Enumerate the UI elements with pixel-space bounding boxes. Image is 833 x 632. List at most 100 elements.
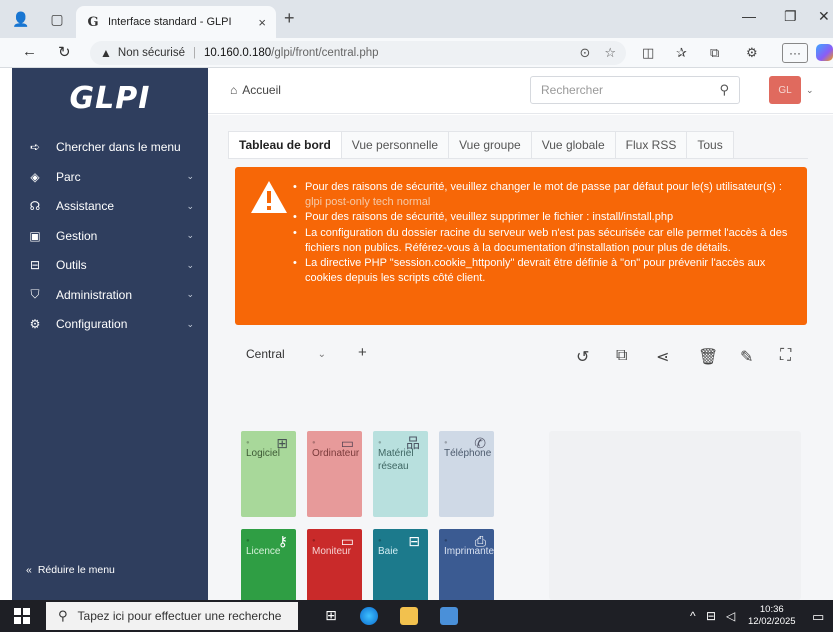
minimize-icon[interactable]: — <box>742 8 756 24</box>
dashboard-tabs: Tableau de bord Vue personnelle Vue grou… <box>228 131 734 159</box>
dashboard-widget-panel <box>549 431 801 600</box>
edge-icon[interactable] <box>360 607 378 625</box>
glpi-favicon-icon: G <box>87 14 99 30</box>
favorites-icon[interactable]: ✰ <box>676 45 687 61</box>
address-bar-row: ← ↻ ▲ Non sécurisé | 10.160.0.180/glpi/f… <box>0 38 833 68</box>
sidebar-item-label: Outils <box>56 258 87 273</box>
task-view-icon[interactable]: ⊞ <box>322 607 340 625</box>
home-icon: ⌂ <box>230 83 238 97</box>
trash-icon[interactable]: 🗑 <box>698 347 718 367</box>
tabs-divider <box>228 158 808 159</box>
reload-icon[interactable]: ↻ <box>58 43 71 61</box>
sidebar-item-label: Administration <box>56 287 133 302</box>
url-separator: | <box>193 47 197 59</box>
tab-flux-rss[interactable]: Flux RSS <box>615 131 688 159</box>
search-icon[interactable]: ⚲ <box>719 82 729 98</box>
edit-icon[interactable]: ✎ <box>740 347 753 367</box>
briefcase-icon: ⊟ <box>29 258 41 273</box>
history-icon[interactable]: ↺ <box>576 347 589 367</box>
favorite-star-icon[interactable]: ☆ <box>604 45 616 61</box>
sidebar-item-parc[interactable]: ◈ Parc ⌄ <box>12 162 208 192</box>
search-icon: ⚲ <box>58 608 68 623</box>
new-tab-button[interactable]: + <box>284 8 295 29</box>
windows-start-icon[interactable] <box>14 608 30 624</box>
tab-vue-globale[interactable]: Vue globale <box>531 131 616 159</box>
monitor-icon: ▭ <box>340 533 354 549</box>
more-menu-button[interactable]: ··· <box>782 43 808 63</box>
restore-icon[interactable]: ❐ <box>784 8 797 25</box>
sidebar-item-outils[interactable]: ⊟ Outils ⌄ <box>12 251 208 281</box>
headset-icon: ☊ <box>29 199 41 214</box>
profile-icon[interactable]: 👤 <box>10 8 32 30</box>
card-materiel-reseau[interactable]: ● 品 Matériel réseau <box>373 431 428 517</box>
chevron-down-icon: ⌄ <box>317 348 326 360</box>
shield-icon: ⛉ <box>30 287 40 302</box>
sidebar-item-label: Configuration <box>56 317 128 332</box>
tab-close-button[interactable]: × <box>258 15 266 30</box>
share-icon[interactable]: ⋖ <box>656 347 669 367</box>
dashboard-select-value: Central <box>246 347 285 361</box>
clock-time: 10:36 <box>759 604 784 615</box>
split-screen-icon[interactable]: ◫ <box>642 45 654 61</box>
alert-messages: Pour des raisons de sécurité, veuillez c… <box>291 180 797 286</box>
gear-icon: ⚙ <box>29 317 41 332</box>
volume-icon[interactable]: ◁ <box>726 609 735 623</box>
file-explorer-icon[interactable] <box>400 607 418 625</box>
chevron-down-icon: ⌄ <box>186 318 194 329</box>
reader-icon[interactable]: ⊙ <box>579 45 590 61</box>
glpi-logo[interactable]: GLPI <box>12 68 208 128</box>
taskbar-search-input[interactable]: ⚲ Tapez ici pour effectuer une recherche <box>46 602 298 630</box>
notification-icon[interactable]: ▭ <box>812 609 824 625</box>
avatar[interactable]: GL <box>769 76 801 104</box>
browser-tab[interactable]: G Interface standard - GLPI × <box>76 6 276 38</box>
network-tray-icon[interactable]: ⊟ <box>706 609 716 623</box>
menu-search-label: Chercher dans le menu <box>56 140 181 154</box>
url-field[interactable]: ▲ Non sécurisé | 10.160.0.180/glpi/front… <box>90 41 626 65</box>
card-logiciel[interactable]: ● ⊞ Logiciel <box>241 431 296 517</box>
card-telephone[interactable]: ● ✆ Téléphone <box>439 431 494 517</box>
card-label: Imprimante <box>444 546 495 557</box>
back-arrow-icon[interactable]: ← <box>22 43 37 60</box>
tab-tableau-de-bord[interactable]: Tableau de bord <box>228 131 342 159</box>
chevron-down-icon[interactable]: ⌄ <box>806 85 814 96</box>
card-ordinateur[interactable]: ● ▭ Ordinateur <box>307 431 362 517</box>
clone-icon[interactable]: ⧉ <box>616 347 627 365</box>
tab-vue-personnelle[interactable]: Vue personnelle <box>341 131 450 159</box>
card-label: Logiciel <box>246 448 280 459</box>
window-close-icon[interactable]: ✕ <box>818 8 830 25</box>
computer-icon: ▭ <box>340 435 354 451</box>
chevron-down-icon: ⌄ <box>186 230 194 241</box>
wallet-icon: ▣ <box>29 228 41 243</box>
reduce-menu-label: Réduire le menu <box>37 564 115 576</box>
taskbar-clock[interactable]: 10:36 12/02/2025 <box>748 604 796 628</box>
copilot-icon[interactable] <box>816 44 833 61</box>
security-alert: Pour des raisons de sécurité, veuillez c… <box>235 167 807 325</box>
collections-icon[interactable]: ⧉ <box>710 45 719 61</box>
sidebar-item-configuration[interactable]: ⚙ Configuration ⌄ <box>12 310 208 340</box>
alert-item: Pour des raisons de sécurité, veuillez s… <box>291 210 797 225</box>
fullscreen-icon[interactable]: ⛶ <box>780 347 791 365</box>
network-app-icon[interactable] <box>440 607 458 625</box>
reduce-menu-button[interactable]: « Réduire le menu <box>26 564 115 576</box>
search-placeholder: Rechercher <box>541 83 604 97</box>
taskbar-search-placeholder: Tapez ici pour effectuer une recherche <box>77 609 282 623</box>
alert-item: Pour des raisons de sécurité, veuillez c… <box>291 180 797 210</box>
add-dashboard-button[interactable]: + <box>358 344 367 361</box>
extension-icon[interactable]: ⚙ <box>746 45 758 61</box>
tray-chevron-up-icon[interactable]: ^ <box>690 609 696 623</box>
url-path: /glpi/front/central.php <box>271 47 379 59</box>
alert-item: La directive PHP "session.cookie_httponl… <box>291 256 797 286</box>
sidebar-item-administration[interactable]: ⛉ Administration ⌄ <box>12 280 208 310</box>
sidebar-item-gestion[interactable]: ▣ Gestion ⌄ <box>12 221 208 251</box>
dashboard-select[interactable]: Central ⌄ <box>238 341 334 367</box>
sidebar-item-assistance[interactable]: ☊ Assistance ⌄ <box>12 192 208 222</box>
tab-tous[interactable]: Tous <box>687 131 734 159</box>
home-breadcrumb[interactable]: ⌂ Accueil <box>230 83 281 97</box>
sidebar-item-label: Assistance <box>56 199 115 214</box>
global-search-input[interactable]: Rechercher ⚲ <box>530 76 740 104</box>
chevron-down-icon: ⌄ <box>186 200 194 211</box>
menu-search[interactable]: ➪ Chercher dans le menu <box>12 132 208 162</box>
tab-vue-groupe[interactable]: Vue groupe <box>449 131 532 159</box>
warning-triangle-icon <box>251 181 287 213</box>
tab-actions-icon[interactable]: ▢ <box>46 8 68 30</box>
